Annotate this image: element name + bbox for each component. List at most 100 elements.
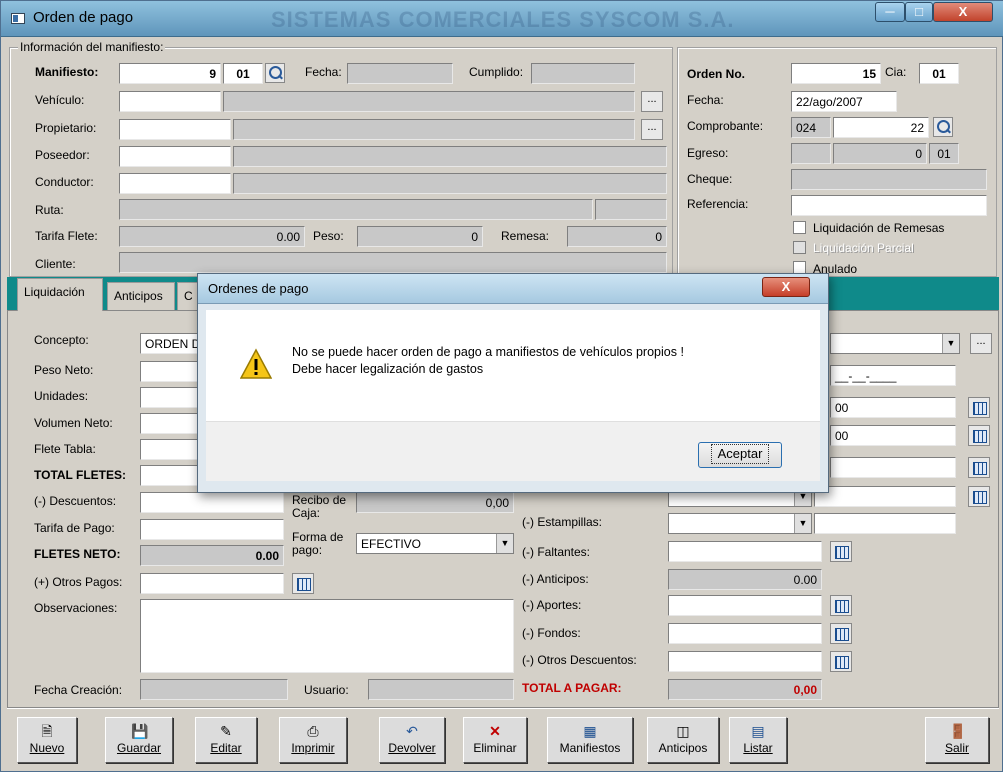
total-fletes-field[interactable] xyxy=(140,465,202,486)
money-icon: ◫ xyxy=(676,723,690,739)
right-select-chevron-down-icon[interactable]: ▼ xyxy=(942,334,959,353)
conductor-label: Conductor: xyxy=(35,175,94,189)
listar-label: Listar xyxy=(743,741,773,755)
orden-field[interactable]: 15 xyxy=(791,63,881,84)
editar-button[interactable]: ✎ Editar xyxy=(195,717,257,763)
impuestos-calc-icon[interactable] xyxy=(968,486,990,507)
manifiesto-cia-field[interactable]: 01 xyxy=(223,63,263,84)
otros-pagos-field[interactable] xyxy=(140,573,284,594)
liq-parcial-checkbox xyxy=(793,241,806,254)
otros-descuentos-calc-icon[interactable] xyxy=(830,651,852,672)
concepto-field[interactable]: ORDEN D xyxy=(140,333,202,354)
comprobante-label: Comprobante: xyxy=(687,119,764,133)
nuevo-label: Nuevo xyxy=(29,741,65,755)
devolver-button[interactable]: ↶ Devolver xyxy=(379,717,445,763)
anticipos-button[interactable]: ◫ Anticipos xyxy=(647,717,719,763)
right-calc-icon-3[interactable] xyxy=(968,457,990,478)
forma-pago-chevron-down-icon[interactable]: ▼ xyxy=(496,534,513,553)
manifiestos-label: Manifiestos xyxy=(559,741,621,755)
cliente-label: Cliente: xyxy=(35,257,76,271)
otros-descuentos-field[interactable] xyxy=(668,651,822,672)
volumen-neto-field[interactable] xyxy=(140,413,202,434)
right-select[interactable]: ▼ xyxy=(830,333,960,354)
unidades-field[interactable] xyxy=(140,387,202,408)
impuestos-field[interactable] xyxy=(814,486,956,507)
guardar-label: Guardar xyxy=(116,741,162,755)
guardar-button[interactable]: 💾 Guardar xyxy=(105,717,173,763)
manifiesto-field[interactable]: 9 xyxy=(119,63,221,84)
vehiculo-lookup-button[interactable]: ... xyxy=(641,91,663,112)
comprobante-search-icon[interactable] xyxy=(933,117,953,137)
right-date-field[interactable]: __-__-____ xyxy=(830,365,956,386)
vehiculo-field[interactable] xyxy=(119,91,221,112)
estampillas-chevron-down-icon[interactable]: ▼ xyxy=(794,514,811,533)
right-value-field-3[interactable] xyxy=(830,457,956,478)
descuentos-field[interactable] xyxy=(140,492,284,513)
observaciones-textarea[interactable] xyxy=(140,599,514,673)
estampillas-field[interactable] xyxy=(814,513,956,534)
title-bar: Orden de pago SISTEMAS COMERCIALES SYSCO… xyxy=(1,1,1003,37)
recibo-caja-field: 0,00 xyxy=(356,492,514,513)
propietario-lookup-button[interactable]: ... xyxy=(641,119,663,140)
right-calc-icon-1[interactable] xyxy=(968,397,990,418)
cia-field[interactable]: 01 xyxy=(919,63,959,84)
faltantes-field[interactable] xyxy=(668,541,822,562)
liq-remesas-label: Liquidación de Remesas xyxy=(813,221,945,235)
fecha-creacion-label: Fecha Creación: xyxy=(34,683,123,697)
fondos-calc-icon[interactable] xyxy=(830,623,852,644)
listar-button[interactable]: ▤ Listar xyxy=(729,717,787,763)
maximize-button[interactable]: □ xyxy=(905,2,933,22)
manifiesto-search-icon[interactable] xyxy=(265,63,285,83)
main-window: Orden de pago SISTEMAS COMERCIALES SYSCO… xyxy=(0,0,1003,772)
aceptar-label: Aceptar xyxy=(710,444,770,464)
poseedor-field[interactable] xyxy=(119,146,231,167)
aportes-field[interactable] xyxy=(668,595,822,616)
cia-label: Cia: xyxy=(885,65,907,79)
otros-pagos-calc-icon[interactable] xyxy=(292,573,314,594)
right-value-field-1[interactable]: 00 xyxy=(830,397,956,418)
dialog-close-button[interactable]: X xyxy=(762,277,810,297)
flete-tabla-field[interactable] xyxy=(140,439,202,460)
estampillas-select[interactable]: ▼ xyxy=(668,513,812,534)
close-window-button[interactable]: X xyxy=(933,2,993,22)
salir-button[interactable]: 🚪 Salir xyxy=(925,717,989,763)
conductor-desc-field xyxy=(233,173,667,194)
tab-anticipos[interactable]: Anticipos xyxy=(107,282,175,310)
manifiestos-button[interactable]: ▦ Manifiestos xyxy=(547,717,633,763)
liq-parcial-label: Liquidación Parcial xyxy=(813,241,914,255)
dialog-title-bar: Ordenes de pago X xyxy=(198,274,828,304)
eliminar-button[interactable]: ✕ Eliminar xyxy=(463,717,527,763)
edit-icon: ✎ xyxy=(220,723,232,739)
tarifa-pago-field[interactable] xyxy=(140,519,284,540)
aportes-label: (-) Aportes: xyxy=(522,598,582,612)
nuevo-button[interactable]: 🗎 Nuevo xyxy=(17,717,77,763)
propietario-field[interactable] xyxy=(119,119,231,140)
referencia-field[interactable] xyxy=(791,195,987,216)
flete-tabla-label: Flete Tabla: xyxy=(34,442,96,456)
manifest-group-title: Información del manifiesto: xyxy=(18,40,166,54)
conductor-field[interactable] xyxy=(119,173,231,194)
right-calc-icon-2[interactable] xyxy=(968,425,990,446)
delete-x-icon: ✕ xyxy=(489,723,501,739)
bottom-toolbar: 🗎 Nuevo 💾 Guardar ✎ Editar ⎙ Imprimir ↶ Devol… xyxy=(7,708,999,768)
right-value-field-2[interactable]: 00 xyxy=(830,425,956,446)
tab-liquidacion[interactable]: Liquidación xyxy=(17,278,103,311)
aceptar-button[interactable]: Aceptar xyxy=(698,442,782,468)
imprimir-button[interactable]: ⎙ Imprimir xyxy=(279,717,347,763)
aportes-calc-icon[interactable] xyxy=(830,595,852,616)
comprobante-num-field[interactable]: 22 xyxy=(833,117,929,138)
minimize-button[interactable]: ─ xyxy=(875,2,905,22)
tarifa-flete-label: Tarifa Flete: xyxy=(35,229,98,243)
fondos-field[interactable] xyxy=(668,623,822,644)
total-fletes-label: TOTAL FLETES: xyxy=(34,468,126,482)
right-lookup-button[interactable]: ... xyxy=(970,333,992,354)
peso-neto-field[interactable] xyxy=(140,361,202,382)
propietario-desc-field xyxy=(233,119,635,140)
forma-pago-select[interactable]: EFECTIVO ▼ xyxy=(356,533,514,554)
poseedor-label: Poseedor: xyxy=(35,148,90,162)
order-fecha-field[interactable]: 22/ago/2007 xyxy=(791,91,897,112)
remesa-label: Remesa: xyxy=(501,229,550,243)
imprimir-label: Imprimir xyxy=(291,741,335,755)
liq-remesas-checkbox[interactable] xyxy=(793,221,806,234)
faltantes-calc-icon[interactable] xyxy=(830,541,852,562)
